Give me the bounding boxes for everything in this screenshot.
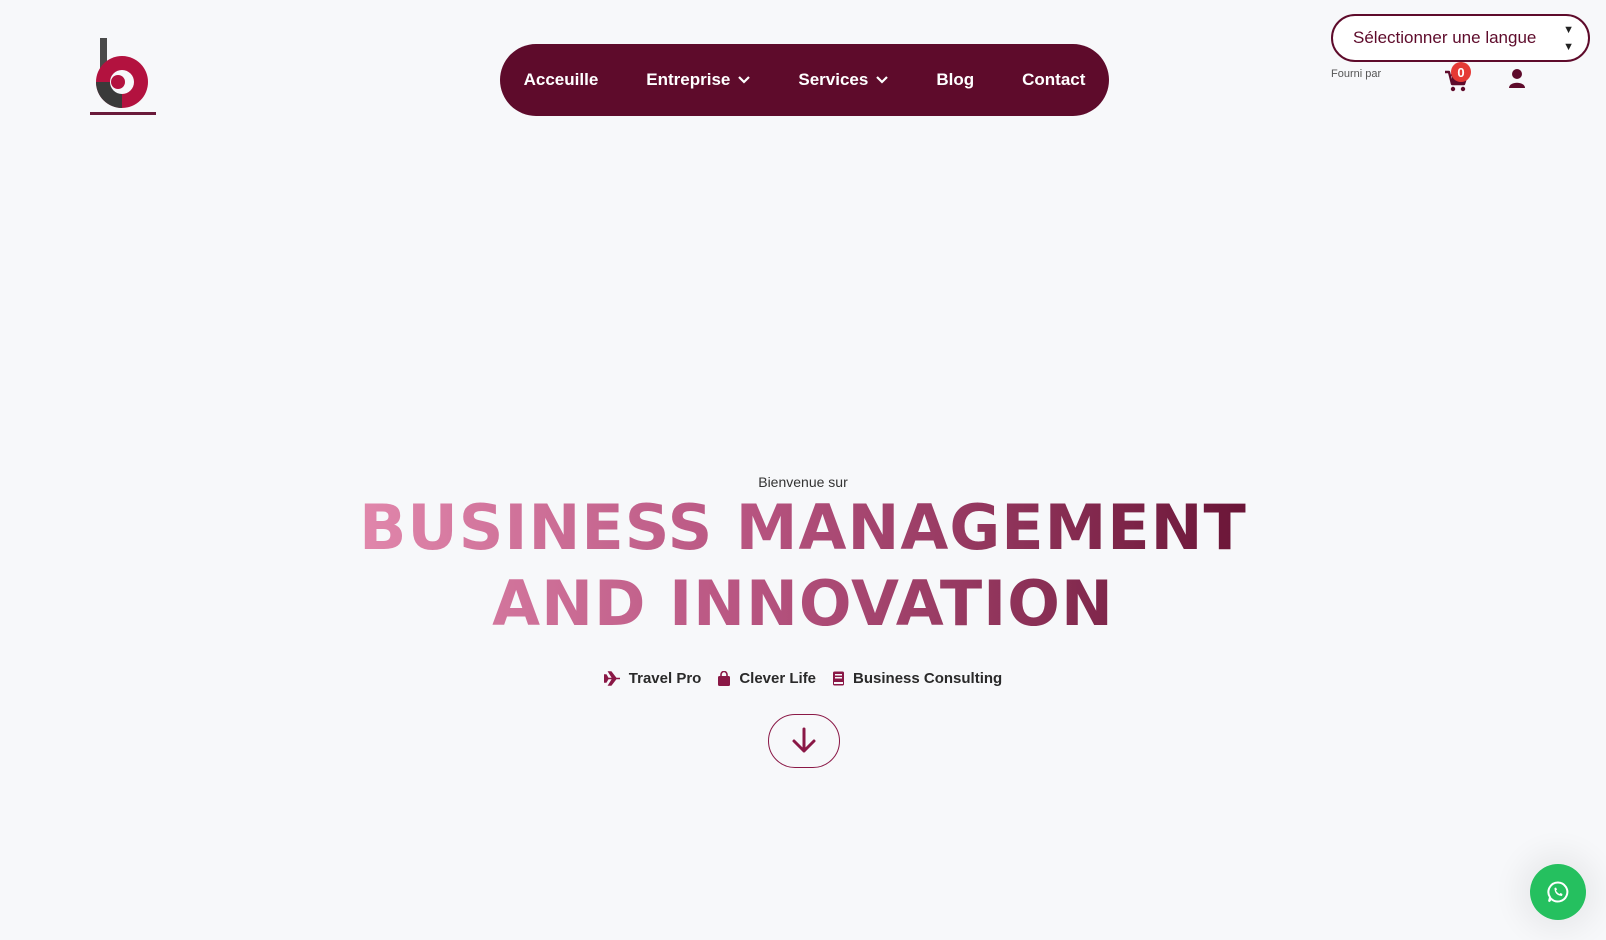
nav-item-services[interactable]: Services	[774, 70, 912, 90]
bmi-logo-icon	[90, 38, 156, 115]
pillar-business-consulting[interactable]: Business Consulting	[832, 670, 1002, 687]
language-select-value: Sélectionner une langue	[1353, 28, 1537, 47]
book-icon	[833, 671, 845, 686]
pillar-label: Travel Pro	[628, 670, 702, 687]
nav-item-label: Entreprise	[646, 70, 731, 89]
chevron-down-icon	[876, 76, 889, 84]
whatsapp-icon	[1547, 881, 1569, 903]
hero-title-line2: AND INNOVATION	[492, 567, 1114, 640]
whatsapp-button[interactable]	[1530, 864, 1586, 920]
hero-title-line1: BUSINESS MANAGEMENT	[359, 491, 1247, 564]
pillar-clever-life[interactable]: Clever Life	[717, 670, 816, 687]
select-arrows-icon: ▼ ▼	[1563, 24, 1574, 53]
pillar-travel-pro[interactable]: Travel Pro	[603, 670, 702, 687]
page: Acceuille Entreprise Services Blog Conta…	[0, 0, 1606, 940]
user-icon[interactable]	[1508, 68, 1526, 90]
nav-item-label: Blog	[936, 70, 975, 89]
plane-icon	[603, 671, 620, 686]
shopping-bag-icon	[718, 671, 731, 686]
nav-item-blog[interactable]: Blog	[912, 70, 998, 90]
pillar-label: Clever Life	[739, 670, 817, 687]
nav-item-label: Services	[798, 70, 869, 89]
hero-title: BUSINESS MANAGEMENT AND INNOVATION	[280, 490, 1326, 642]
main-nav: Acceuille Entreprise Services Blog Conta…	[500, 44, 1109, 116]
nav-item-contact[interactable]: Contact	[998, 70, 1109, 90]
arrow-down-icon	[792, 727, 816, 753]
nav-item-label: Acceuille	[523, 70, 599, 89]
nav-item-label: Contact	[1022, 70, 1086, 89]
nav-item-entreprise[interactable]: Entreprise	[622, 70, 774, 90]
scroll-down-button[interactable]	[768, 714, 840, 768]
hero-welcome: Bienvenue sur	[758, 474, 848, 490]
hero-pillars: Travel Pro Clever Life Business Consulti…	[0, 670, 1606, 687]
cart-count-badge: 0	[1451, 62, 1471, 82]
language-select[interactable]: Sélectionner une langue ▼ ▼	[1331, 14, 1590, 62]
nav-item-acceuille[interactable]: Acceuille	[500, 70, 623, 90]
site-logo[interactable]	[88, 36, 160, 122]
powered-by-text: Fourni par	[1331, 68, 1382, 80]
pillar-label: Business Consulting	[853, 670, 1003, 687]
chevron-down-icon	[738, 76, 751, 84]
